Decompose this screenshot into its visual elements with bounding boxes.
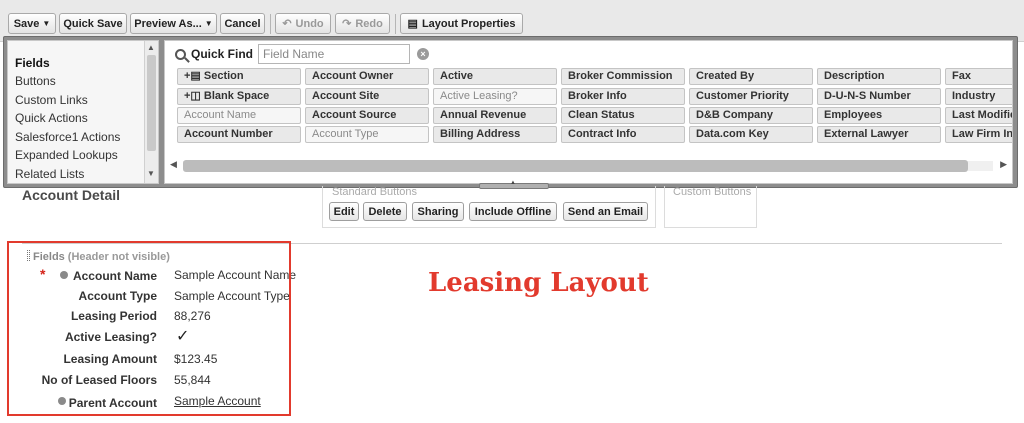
field-tile-d-b-company[interactable]: D&B Company — [689, 107, 813, 124]
include-offline-button[interactable]: Include Offline — [469, 202, 557, 221]
field-tile-contract-info[interactable]: Contract Info — [561, 126, 685, 143]
preview-as-label: Preview As... — [134, 17, 202, 30]
undo-button[interactable]: ↶ Undo — [275, 13, 331, 34]
field-tile-customer-priority[interactable]: Customer Priority — [689, 88, 813, 105]
field-tile-clean-status[interactable]: Clean Status — [561, 107, 685, 124]
preview-as-button[interactable]: Preview As... ▼ — [130, 13, 217, 34]
sharing-button[interactable]: Sharing — [412, 202, 464, 221]
field-tile-account-name[interactable]: Account Name — [177, 107, 301, 124]
category-fields[interactable]: Fields — [15, 56, 50, 70]
field-tile-annual-revenue[interactable]: Annual Revenue — [433, 107, 557, 124]
category-custom-links[interactable]: Custom Links — [15, 93, 88, 107]
field-tile-created-by[interactable]: Created By — [689, 68, 813, 85]
quick-find-text: Quick Find — [191, 47, 254, 61]
properties-icon: ▤ — [407, 18, 418, 30]
standard-buttons-label: Standard Buttons — [332, 186, 418, 198]
field-tile-external-lawyer[interactable]: External Lawyer — [817, 126, 941, 143]
chevron-down-icon: ▼ — [42, 19, 51, 28]
category-salesforce1-actions[interactable]: Salesforce1 Actions — [15, 130, 120, 144]
field-tile-industry[interactable]: Industry — [945, 88, 1012, 105]
category-quick-actions[interactable]: Quick Actions — [15, 111, 88, 125]
redo-label: Redo — [355, 17, 383, 30]
undo-label: Undo — [295, 17, 324, 30]
scroll-down-icon[interactable]: ▼ — [147, 169, 155, 178]
field-tile-data-com-key[interactable]: Data.com Key — [689, 126, 813, 143]
quick-find-input[interactable] — [258, 44, 410, 64]
field-tile-billing-address[interactable]: Billing Address — [433, 126, 557, 143]
annotation-title: Leasing Layout — [428, 268, 649, 298]
scroll-left-icon[interactable]: ◀ — [170, 159, 177, 170]
redo-icon: ↷ — [342, 18, 352, 30]
quick-find-label: Quick Find — [175, 47, 253, 61]
send-email-button[interactable]: Send an Email — [563, 202, 648, 221]
field-tile-blank-space[interactable]: +◫ Blank Space — [177, 88, 301, 105]
account-detail-title: Account Detail — [22, 187, 121, 203]
scroll-right-icon[interactable]: ▶ — [1000, 159, 1007, 170]
category-scrollbar[interactable]: ▲ ▼ — [144, 41, 158, 183]
field-tile-account-source[interactable]: Account Source — [305, 107, 429, 124]
palette-field-area: Quick Find × +▤ SectionAccount OwnerActi… — [164, 40, 1013, 184]
delete-button[interactable]: Delete — [363, 202, 407, 221]
save-label: Save — [13, 17, 40, 30]
category-related-lists[interactable]: Related Lists — [15, 167, 84, 181]
search-icon — [175, 48, 186, 60]
field-tile-fax[interactable]: Fax — [945, 68, 1012, 85]
field-tile-law-firm-info[interactable]: Law Firm Info — [945, 126, 1012, 143]
field-palette: Fields Buttons Custom Links Quick Action… — [3, 36, 1018, 189]
scroll-up-icon[interactable]: ▲ — [147, 43, 155, 52]
field-tile-active-leasing[interactable]: Active Leasing? — [433, 88, 557, 105]
layout-properties-label: Layout Properties — [421, 17, 516, 30]
field-tile-active[interactable]: Active — [433, 68, 557, 85]
field-tile-section[interactable]: +▤ Section — [177, 68, 301, 85]
layout-properties-button[interactable]: ▤ Layout Properties — [400, 13, 523, 34]
edit-button[interactable]: Edit — [329, 202, 359, 221]
field-tile-account-owner[interactable]: Account Owner — [305, 68, 429, 85]
annotation-highlight-box — [7, 241, 291, 416]
field-tile-account-site[interactable]: Account Site — [305, 88, 429, 105]
field-tile-employees[interactable]: Employees — [817, 107, 941, 124]
field-tile-description[interactable]: Description — [817, 68, 941, 85]
custom-buttons-area: Custom Buttons — [664, 186, 757, 228]
toolbar-divider — [395, 14, 396, 34]
category-expanded-lookups[interactable]: Expanded Lookups — [15, 148, 118, 162]
palette-category-list: Fields Buttons Custom Links Quick Action… — [7, 40, 159, 184]
cancel-button[interactable]: Cancel — [220, 13, 265, 34]
field-tile-account-number[interactable]: Account Number — [177, 126, 301, 143]
scrollbar-thumb[interactable] — [183, 160, 968, 172]
field-tile-d-u-n-s-number[interactable]: D-U-N-S Number — [817, 88, 941, 105]
quick-save-button[interactable]: Quick Save — [59, 13, 127, 34]
chevron-down-icon: ▼ — [204, 19, 213, 28]
field-tile-last-modified-by[interactable]: Last Modified By — [945, 107, 1012, 124]
custom-buttons-label: Custom Buttons — [673, 186, 752, 198]
scrollbar-thumb[interactable] — [147, 55, 156, 151]
save-button[interactable]: Save ▼ — [8, 13, 56, 34]
redo-button[interactable]: ↷ Redo — [335, 13, 390, 34]
undo-icon: ↶ — [282, 18, 292, 30]
field-tile-broker-commission[interactable]: Broker Commission — [561, 68, 685, 85]
field-tile-broker-info[interactable]: Broker Info — [561, 88, 685, 105]
palette-horizontal-scrollbar[interactable]: ◀ ▶ — [169, 159, 1008, 173]
category-buttons[interactable]: Buttons — [15, 74, 56, 88]
clear-search-icon[interactable]: × — [417, 48, 429, 60]
field-tile-account-type[interactable]: Account Type — [305, 126, 429, 143]
toolbar-divider — [270, 14, 271, 34]
